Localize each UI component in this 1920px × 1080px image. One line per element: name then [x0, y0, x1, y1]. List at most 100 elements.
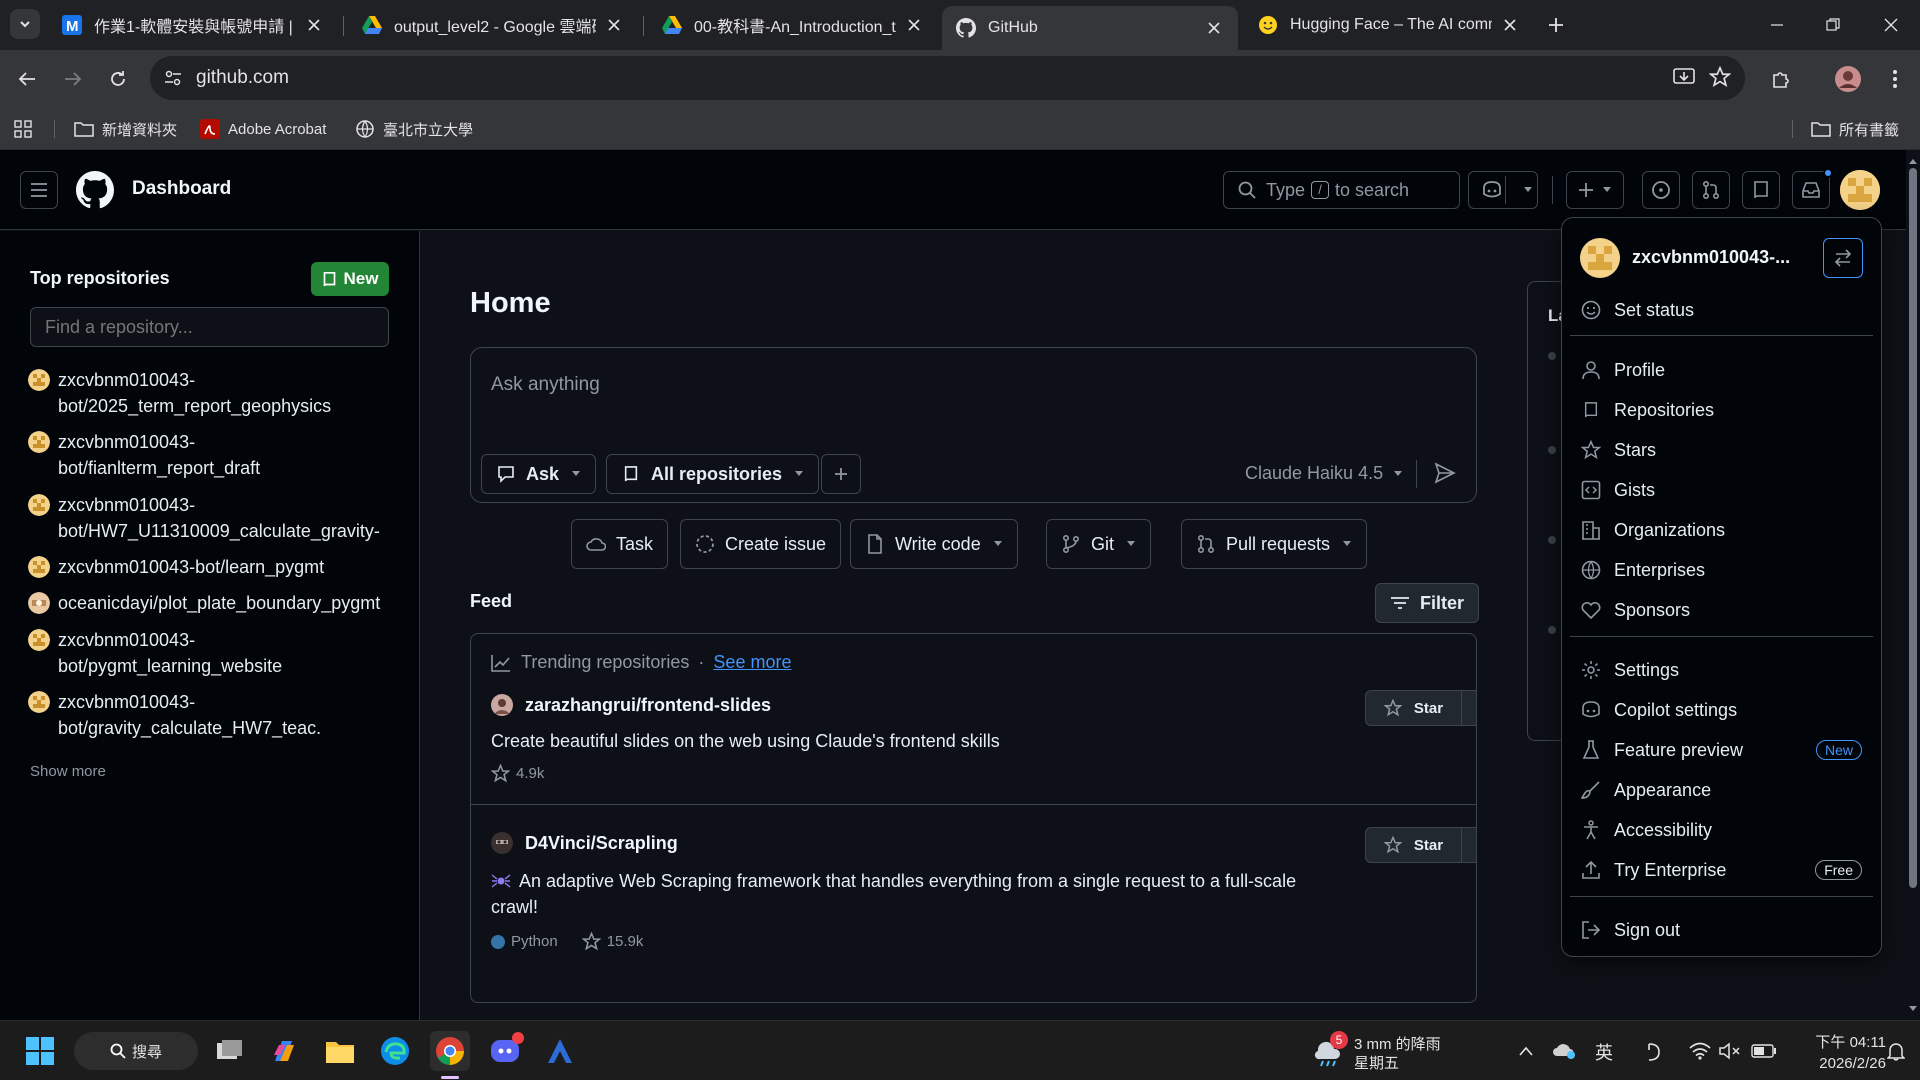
discord-button[interactable]: [485, 1031, 525, 1071]
arcgis-button[interactable]: [540, 1031, 580, 1071]
global-search-input[interactable]: Type / to search: [1223, 171, 1460, 209]
minimize-button[interactable]: [1762, 10, 1792, 40]
menu-set-status[interactable]: Set status: [1580, 293, 1866, 327]
repo-link[interactable]: zxcvbnm010043- bot/gravity_calculate_HW7_…: [28, 689, 321, 741]
tab-hugging-face[interactable]: Hugging Face – The AI comm: [1244, 8, 1534, 42]
bookmark-taipei-university[interactable]: 臺北市立大學: [355, 117, 473, 141]
star-list-dropdown[interactable]: [1462, 691, 1476, 725]
bookmark-new-folder[interactable]: 新增資料夾: [74, 117, 177, 141]
model-picker[interactable]: Claude Haiku 4.5: [1245, 463, 1403, 484]
menu-repositories[interactable]: Repositories: [1580, 393, 1866, 427]
taskbar-search[interactable]: 搜尋: [74, 1032, 198, 1070]
tab-search-button[interactable]: [10, 9, 40, 39]
weather-widget[interactable]: 5 3 mm 的降雨 星期五: [1314, 1031, 1484, 1072]
repo-link[interactable]: zxcvbnm010043-bot/learn_pygmt: [28, 554, 324, 580]
onedrive-icon[interactable]: [1545, 1031, 1585, 1071]
page-context-title[interactable]: Dashboard: [132, 178, 231, 200]
menu-profile[interactable]: Profile: [1580, 353, 1866, 387]
close-window-button[interactable]: [1876, 10, 1906, 40]
ask-mode-dropdown[interactable]: Ask: [481, 454, 597, 494]
menu-copilot-settings[interactable]: Copilot settings: [1580, 693, 1866, 727]
file-explorer-button[interactable]: [320, 1031, 360, 1071]
forward-button[interactable]: [58, 64, 88, 94]
switch-account-button[interactable]: [1823, 238, 1863, 278]
copilot-button[interactable]: [1468, 171, 1538, 209]
copilot-taskbar-button[interactable]: [264, 1031, 304, 1071]
menu-sign-out[interactable]: Sign out: [1580, 913, 1866, 947]
repo-link[interactable]: oceanicdayi/plot_plate_boundary_pygmt: [28, 590, 380, 616]
extensions-button[interactable]: [1767, 64, 1797, 94]
close-icon[interactable]: [904, 15, 924, 35]
tab-github[interactable]: GitHub: [942, 6, 1238, 50]
profile-button[interactable]: [1833, 64, 1863, 94]
tab-drive-output[interactable]: output_level2 - Google 雲端硬: [348, 8, 638, 42]
apps-button[interactable]: [14, 117, 32, 141]
site-info-icon[interactable]: [158, 63, 188, 93]
ask-input[interactable]: Ask anything: [491, 374, 600, 396]
pull-requests-dropdown[interactable]: Pull requests: [1181, 519, 1368, 569]
task-button[interactable]: Task: [571, 519, 669, 569]
reload-button[interactable]: [103, 64, 133, 94]
close-icon[interactable]: [604, 15, 624, 35]
notification-center-button[interactable]: [1876, 1031, 1916, 1071]
menu-gists[interactable]: Gists: [1580, 473, 1866, 507]
show-more-link[interactable]: Show more: [30, 763, 106, 780]
menu-settings[interactable]: Settings: [1580, 653, 1866, 687]
battery-icon[interactable]: [1744, 1031, 1784, 1071]
start-button[interactable]: [20, 1031, 60, 1071]
add-attachment-button[interactable]: [821, 454, 861, 494]
user-avatar-button[interactable]: [1840, 170, 1880, 210]
menu-stars[interactable]: Stars: [1580, 433, 1866, 467]
menu-feature-preview[interactable]: Feature preview New: [1580, 733, 1866, 767]
new-repository-button[interactable]: New: [311, 262, 389, 296]
see-more-link[interactable]: See more: [713, 652, 791, 673]
install-app-icon[interactable]: [1673, 66, 1695, 88]
feed-repo-link[interactable]: D4Vinci/Scrapling: [491, 832, 678, 854]
chrome-menu-button[interactable]: [1880, 64, 1910, 94]
scrollbar-thumb[interactable]: [1909, 168, 1917, 888]
bookmark-adobe-acrobat[interactable]: Adobe Acrobat: [200, 117, 326, 141]
repository-scope-dropdown[interactable]: All repositories: [606, 454, 820, 494]
menu-try-enterprise[interactable]: Try Enterprise Free: [1580, 853, 1866, 887]
back-button[interactable]: [12, 64, 42, 94]
menu-organizations[interactable]: Organizations: [1580, 513, 1866, 547]
feed-repo-link[interactable]: zarazhangrui/frontend-slides: [491, 694, 771, 716]
page-scrollbar[interactable]: [1906, 150, 1920, 1020]
star-button[interactable]: Star: [1366, 828, 1462, 862]
git-dropdown[interactable]: Git: [1046, 519, 1152, 569]
menu-sponsors[interactable]: Sponsors: [1580, 593, 1866, 627]
create-new-button[interactable]: [1566, 171, 1624, 209]
repo-link[interactable]: zxcvbnm010043- bot/HW7_U11310009_calculat…: [28, 492, 380, 544]
open-global-nav-button[interactable]: [20, 171, 58, 209]
create-issue-button[interactable]: Create issue: [680, 519, 842, 569]
tab-drive-textbook[interactable]: 00-教科書-An_Introduction_to: [648, 8, 938, 42]
menu-appearance[interactable]: Appearance: [1580, 773, 1866, 807]
star-button[interactable]: Star: [1366, 691, 1462, 725]
restore-button[interactable]: [1818, 10, 1848, 40]
github-logo-icon[interactable]: [76, 171, 114, 209]
close-icon[interactable]: [304, 15, 324, 35]
repo-link[interactable]: zxcvbnm010043- bot/2025_term_report_geoph…: [28, 367, 331, 419]
repo-link[interactable]: zxcvbnm010043- bot/pygmt_learning_website: [28, 627, 282, 679]
send-button[interactable]: [1434, 462, 1456, 484]
address-bar[interactable]: github.com: [150, 56, 1745, 100]
input-method-indicator[interactable]: 英: [1595, 1039, 1613, 1065]
all-bookmarks-button[interactable]: 所有書籤: [1811, 117, 1899, 141]
menu-enterprises[interactable]: Enterprises: [1580, 553, 1866, 587]
show-hidden-icons-button[interactable]: [1506, 1031, 1546, 1071]
system-clock[interactable]: 下午 04:11 2026/2/26: [1796, 1031, 1886, 1072]
menu-accessibility[interactable]: Accessibility: [1580, 813, 1866, 847]
close-icon[interactable]: [1204, 18, 1224, 38]
chrome-button[interactable]: [430, 1031, 470, 1071]
feed-filter-button[interactable]: Filter: [1375, 583, 1480, 623]
issues-button[interactable]: [1642, 171, 1680, 209]
task-view-button[interactable]: [210, 1031, 250, 1071]
ime-mode-icon[interactable]: [1634, 1031, 1674, 1071]
star-list-dropdown[interactable]: [1462, 828, 1476, 862]
close-icon[interactable]: [1500, 15, 1520, 35]
bookmark-star-icon[interactable]: [1709, 66, 1731, 88]
repositories-button[interactable]: [1742, 171, 1780, 209]
edge-button[interactable]: [375, 1031, 415, 1071]
notifications-button[interactable]: [1792, 168, 1833, 209]
find-repository-input[interactable]: [30, 307, 389, 347]
